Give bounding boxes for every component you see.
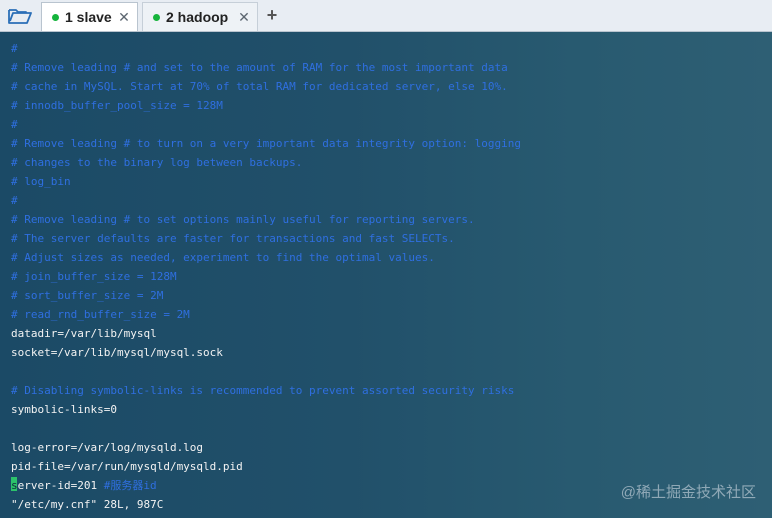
tab-hadoop[interactable]: 2 hadoop ✕ xyxy=(142,2,258,31)
terminal-line: # xyxy=(11,118,18,131)
terminal-line: # changes to the binary log between back… xyxy=(11,156,303,169)
connection-status-icon xyxy=(52,13,59,21)
terminal-line: socket=/var/lib/mysql/mysql.sock xyxy=(11,346,223,359)
terminal-line: # xyxy=(11,194,18,207)
cursor-line-text: erver-id=201 xyxy=(17,479,104,492)
terminal-cursor-line: server-id=201 #服务器id xyxy=(11,476,157,495)
plus-icon: + xyxy=(266,4,278,25)
terminal-line: # Remove leading # to set options mainly… xyxy=(11,213,475,226)
open-folder-button[interactable] xyxy=(6,5,34,27)
close-icon[interactable]: ✕ xyxy=(237,9,251,26)
terminal-line: # The server defaults are faster for tra… xyxy=(11,232,455,245)
tab-label: 2 hadoop xyxy=(166,9,229,25)
terminal-line: symbolic-links=0 xyxy=(11,403,117,416)
terminal-line: # xyxy=(11,42,18,55)
vim-status-line: "/etc/my.cnf" 28L, 987C xyxy=(11,498,164,511)
tab-bar: 1 slave ✕ 2 hadoop ✕ + xyxy=(0,0,772,32)
terminal-line: # innodb_buffer_pool_size = 128M xyxy=(11,99,223,112)
close-icon[interactable]: ✕ xyxy=(117,9,131,26)
terminal-line: # Remove leading # to turn on a very imp… xyxy=(11,137,521,150)
cursor-char: s xyxy=(11,479,18,492)
connection-status-icon xyxy=(153,13,160,21)
terminal-line: # read_rnd_buffer_size = 2M xyxy=(11,308,190,321)
terminal-line: # cache in MySQL. Start at 70% of total … xyxy=(11,80,508,93)
terminal-output[interactable]: # # Remove leading # and set to the amou… xyxy=(0,32,772,518)
cursor-line-comment: #服务器id xyxy=(103,479,157,492)
terminal-line: # log_bin xyxy=(11,175,71,188)
terminal-line: # Adjust sizes as needed, experiment to … xyxy=(11,251,435,264)
folder-icon xyxy=(8,9,32,24)
terminal-line: datadir=/var/lib/mysql xyxy=(11,327,157,340)
tab-slave[interactable]: 1 slave ✕ xyxy=(41,2,138,31)
tab-label: 1 slave xyxy=(65,9,112,25)
add-tab-button[interactable]: + xyxy=(262,5,282,25)
terminal-line: # join_buffer_size = 128M xyxy=(11,270,177,283)
terminal-line: log-error=/var/log/mysqld.log xyxy=(11,441,204,454)
terminal-line: pid-file=/var/run/mysqld/mysqld.pid xyxy=(11,460,243,473)
terminal-line: # Remove leading # and set to the amount… xyxy=(11,61,508,74)
terminal-line: # Disabling symbolic-links is recommende… xyxy=(11,384,515,397)
watermark: @稀土掘金技术社区 xyxy=(620,484,756,501)
terminal-line: # sort_buffer_size = 2M xyxy=(11,289,164,302)
